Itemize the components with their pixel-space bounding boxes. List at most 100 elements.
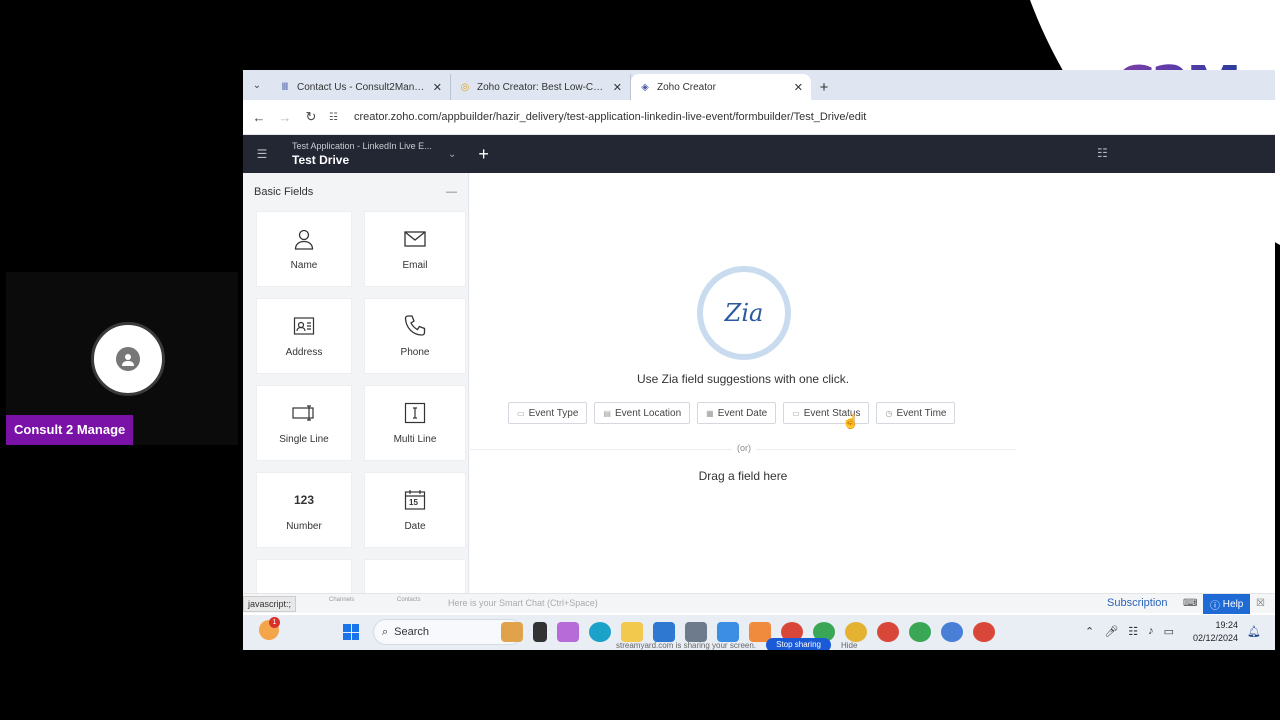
- single-line-icon: [292, 402, 316, 424]
- form-canvas: Zia Use Zia field suggestions with one c…: [470, 173, 1275, 593]
- field-date[interactable]: 15 Date: [364, 472, 466, 548]
- field-address[interactable]: Address: [256, 298, 352, 374]
- tab-zoho-creator-best[interactable]: ◎ Zoho Creator: Best Low-Code C ✕: [451, 74, 631, 100]
- person-icon: [293, 228, 315, 250]
- subscription-link[interactable]: Subscription: [1107, 597, 1168, 609]
- field-name[interactable]: Name: [256, 211, 352, 287]
- field-label: Single Line: [279, 433, 329, 445]
- help-label: Help: [1222, 598, 1244, 610]
- browser-window: ⌄ Ⅲ Contact Us - Consult2Manage | ✕ ◎ Zo…: [243, 70, 1275, 650]
- help-icon: ⓘ: [1210, 600, 1223, 612]
- google-icon: ◎: [460, 81, 470, 93]
- field-label: Date: [404, 520, 426, 532]
- basic-fields-header[interactable]: Basic Fields —: [243, 173, 468, 211]
- hide-button[interactable]: Hide: [841, 641, 857, 650]
- collapse-icon[interactable]: —: [446, 186, 457, 198]
- tab-contact-us[interactable]: Ⅲ Contact Us - Consult2Manage | ✕: [271, 74, 451, 100]
- field-phone[interactable]: Phone: [364, 298, 466, 374]
- suggestion-event-location[interactable]: ▤ Event Location: [594, 402, 691, 424]
- field-label: Name: [290, 259, 318, 271]
- form-name: Test Drive: [292, 153, 350, 167]
- field-time[interactable]: ◷: [256, 559, 352, 593]
- suggestion-event-date[interactable]: ▦ Event Date: [697, 402, 777, 424]
- site-settings-icon[interactable]: ☷: [329, 112, 338, 123]
- field-label: Email: [402, 259, 428, 271]
- copilot-icon[interactable]: [557, 622, 579, 642]
- form-builder: Basic Fields — Name Email Address Phone …: [243, 173, 1275, 593]
- field-number[interactable]: 123 Number: [256, 472, 352, 548]
- wifi-icon[interactable]: ☷: [1128, 625, 1138, 638]
- field-label: Phone: [400, 346, 430, 358]
- suggestion-label: Event Time: [896, 407, 947, 419]
- contacts-link[interactable]: Contacts: [397, 597, 421, 603]
- edge-icon[interactable]: [589, 622, 611, 642]
- time: 19:24: [1215, 620, 1239, 630]
- address-card-icon: ▤: [603, 408, 611, 418]
- gift-app-icon[interactable]: [501, 622, 523, 642]
- drop-zone-text[interactable]: Drag a field here: [470, 469, 1016, 483]
- tab-zoho-creator[interactable]: ◈ Zoho Creator ✕: [631, 74, 811, 100]
- calendar-icon: ▦: [706, 408, 714, 418]
- field-single-line[interactable]: Single Line: [256, 385, 352, 461]
- zia-logo: Zia: [703, 272, 785, 354]
- suggestion-label: Event Location: [614, 407, 682, 419]
- windows-start-icon[interactable]: [343, 624, 359, 640]
- suggestion-event-time[interactable]: ◷ Event Time: [876, 402, 956, 424]
- smart-chat-input[interactable]: Here is your Smart Chat (Ctrl+Space): [448, 598, 598, 608]
- calendar-day: 15: [409, 497, 418, 507]
- url-field[interactable]: creator.zoho.com/appbuilder/hazir_delive…: [354, 111, 866, 123]
- share-text: streamyard.com is sharing your screen.: [616, 640, 757, 650]
- chevron-down-icon[interactable]: ⌄: [448, 149, 456, 160]
- avatar: [91, 322, 165, 396]
- field-email[interactable]: Email: [364, 211, 466, 287]
- multi-line-icon: [404, 402, 426, 424]
- field-sidebar: Basic Fields — Name Email Address Phone …: [243, 173, 469, 593]
- new-tab-icon[interactable]: +: [811, 74, 837, 100]
- reload-icon[interactable]: ↻: [303, 109, 319, 125]
- sitemap-icon[interactable]: ☷: [1097, 146, 1108, 160]
- field-label: Number: [286, 520, 322, 532]
- app-titles[interactable]: Test Application - LinkedIn Live E... Te…: [292, 141, 442, 167]
- suggestion-event-type[interactable]: ▭ Event Type: [508, 402, 588, 424]
- form-list-icon[interactable]: ☰: [243, 135, 281, 173]
- participant-tile: Consult 2 Manage: [6, 272, 238, 445]
- envelope-icon: [404, 228, 426, 250]
- chrome-icon[interactable]: [941, 622, 963, 642]
- single-line-icon: ▭: [792, 408, 800, 418]
- search-label: Search: [394, 626, 430, 638]
- app-header: ☰ Test Application - LinkedIn Live E... …: [243, 135, 1275, 173]
- zia-badge: Zia: [697, 266, 791, 360]
- suggestion-label: Event Date: [717, 407, 768, 419]
- file-app-icon[interactable]: [533, 622, 547, 642]
- battery-icon[interactable]: ▭: [1164, 625, 1174, 638]
- chevron-up-icon[interactable]: ⌃: [1085, 625, 1094, 638]
- clock[interactable]: 19:24 02/12/2024: [1193, 619, 1238, 645]
- trash-icon[interactable]: ☒: [1256, 598, 1265, 609]
- zoho-icon: ◈: [641, 81, 649, 93]
- keyboard-icon[interactable]: ⌨: [1183, 598, 1197, 609]
- close-icon[interactable]: ✕: [613, 81, 622, 94]
- clock-icon: ◷: [885, 408, 893, 418]
- chrome-icon[interactable]: [973, 622, 995, 642]
- address-card-icon: [293, 315, 315, 337]
- bell-icon[interactable]: 🔔︎: [1247, 625, 1261, 638]
- help-button[interactable]: ⓘ Help: [1203, 594, 1251, 614]
- close-icon[interactable]: ✕: [433, 81, 442, 94]
- close-icon[interactable]: ✕: [794, 81, 803, 94]
- participant-name-tag: Consult 2 Manage: [6, 415, 134, 445]
- tab-list-chevron-icon[interactable]: ⌄: [243, 70, 271, 100]
- field-multi-line[interactable]: Multi Line: [364, 385, 466, 461]
- add-form-icon[interactable]: +: [478, 144, 489, 165]
- search-icon: ⌕: [382, 625, 389, 638]
- field-dropdown[interactable]: ⌵: [364, 559, 466, 593]
- stop-sharing-button[interactable]: Stop sharing: [766, 638, 831, 650]
- microphone-icon[interactable]: 🎤︎: [1104, 625, 1118, 638]
- or-text: (or): [732, 443, 756, 453]
- zia-message: Use Zia field suggestions with one click…: [636, 372, 850, 386]
- channels-link[interactable]: Channels: [329, 597, 354, 603]
- forward-icon[interactable]: →: [277, 110, 293, 125]
- volume-icon[interactable]: ♪: [1148, 625, 1154, 638]
- back-icon[interactable]: ←: [251, 110, 267, 125]
- calendar-icon: 15: [404, 489, 426, 511]
- mouse-cursor-icon: ☝: [842, 413, 860, 429]
